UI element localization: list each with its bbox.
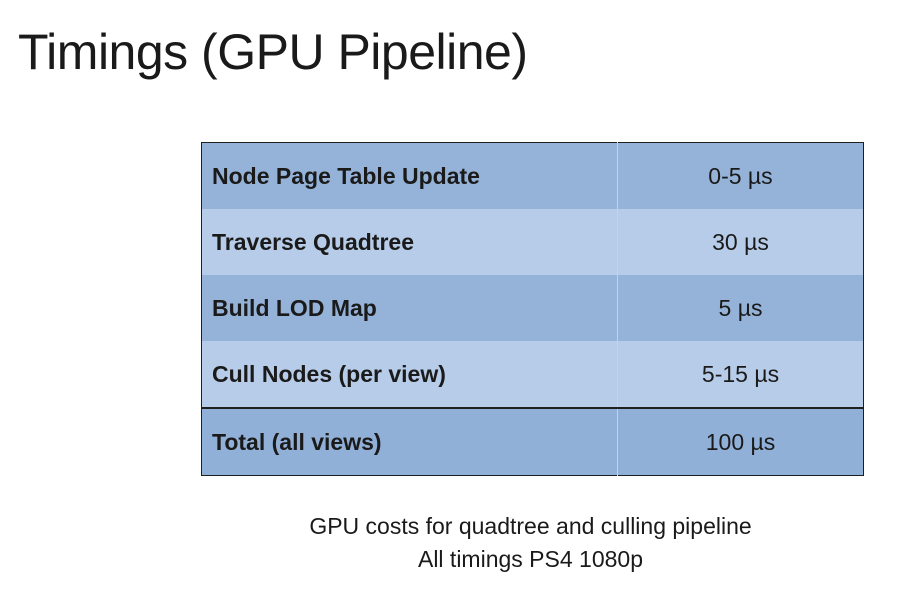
row-value: 30 µs <box>617 209 864 275</box>
row-label: Build LOD Map <box>201 275 618 341</box>
row-label: Total (all views) <box>201 407 618 476</box>
timings-table: Node Page Table Update 0-5 µs Traverse Q… <box>201 142 864 476</box>
table-row: Cull Nodes (per view) 5-15 µs <box>201 341 864 408</box>
table-row: Node Page Table Update 0-5 µs <box>201 142 864 209</box>
table-row: Build LOD Map 5 µs <box>201 275 864 341</box>
caption-line-1: GPU costs for quadtree and culling pipel… <box>309 513 752 539</box>
caption: GPU costs for quadtree and culling pipel… <box>0 510 901 576</box>
row-value: 5 µs <box>617 275 864 341</box>
slide-title: Timings (GPU Pipeline) <box>18 24 528 80</box>
row-value: 100 µs <box>617 407 864 476</box>
row-value: 0-5 µs <box>617 142 864 209</box>
table-row: Traverse Quadtree 30 µs <box>201 209 864 275</box>
row-label: Cull Nodes (per view) <box>201 341 618 408</box>
table-row-total: Total (all views) 100 µs <box>201 407 864 476</box>
caption-line-2: All timings PS4 1080p <box>417 546 643 572</box>
row-value: 5-15 µs <box>617 341 864 408</box>
row-label: Traverse Quadtree <box>201 209 618 275</box>
row-label: Node Page Table Update <box>201 142 618 209</box>
